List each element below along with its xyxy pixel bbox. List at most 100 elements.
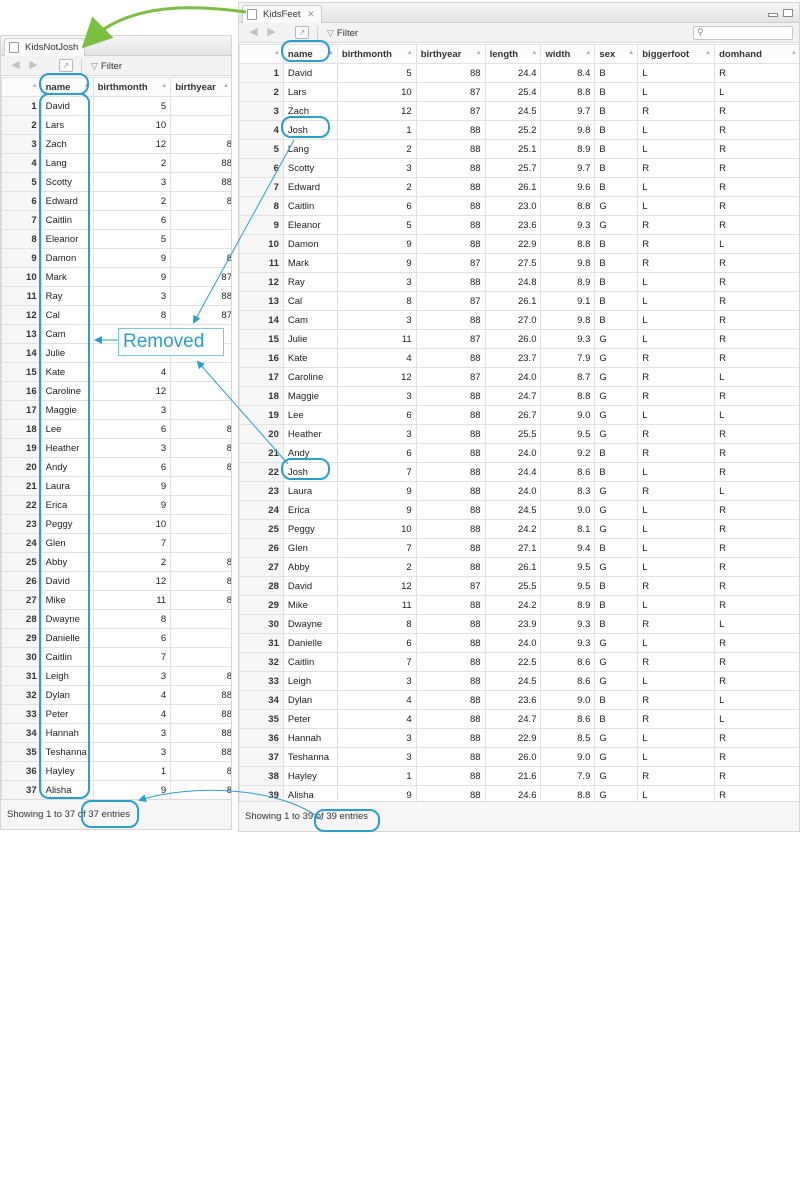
table-row[interactable]: 38 Hayley 1 88 21.6 7.9 G R R (239, 766, 799, 786)
row-number-header[interactable]: ▲ (1, 77, 42, 97)
table-row[interactable]: 8 Eleanor 5 (1, 229, 231, 249)
table-row[interactable]: 27 Abby 2 88 26.1 9.5 G L R (239, 557, 799, 577)
table-row[interactable]: 22 Josh 7 88 24.4 8.6 B L R (239, 462, 799, 482)
table-row[interactable]: 18 Lee 6 8 (1, 419, 231, 439)
table-row[interactable]: 17 Caroline 12 87 24.0 8.7 G R L (239, 367, 799, 387)
close-icon[interactable]: ✕ (307, 9, 315, 19)
table-row[interactable]: 15 Kate 4 (1, 362, 231, 382)
table-row[interactable]: 16 Caroline 12 (1, 381, 231, 401)
table-row[interactable]: 2 Lars 10 (1, 115, 231, 135)
column-header-birthyear[interactable]: birthyear ▲ (415, 44, 486, 64)
table-row[interactable]: 4 Lang 2 88 (1, 153, 231, 173)
table-row[interactable]: 12 Cal 8 87 (1, 305, 231, 325)
table-row[interactable]: 21 Laura 9 (1, 476, 231, 496)
table-row[interactable]: 29 Danielle 6 (1, 628, 231, 648)
tab-kidsnotjosh[interactable]: KidsNotJosh (4, 38, 86, 57)
table-row[interactable]: 32 Caitlin 7 88 22.5 8.6 G R R (239, 652, 799, 672)
table-row[interactable]: 36 Hannah 3 88 22.9 8.5 G L R (239, 728, 799, 748)
table-row[interactable]: 1 David 5 (1, 96, 231, 116)
table-row[interactable]: 35 Teshanna 3 88 (1, 742, 231, 762)
column-header-birthmonth[interactable]: birthmonth ▲ (92, 77, 172, 97)
table-row[interactable]: 30 Dwayne 8 88 23.9 9.3 B R L (239, 614, 799, 634)
table-row[interactable]: 10 Mark 9 87 (1, 267, 231, 287)
table-row[interactable]: 5 Lang 2 88 25.1 8.9 B L R (239, 139, 799, 159)
table-row[interactable]: 18 Maggie 3 88 24.7 8.8 G R R (239, 386, 799, 406)
table-row[interactable]: 32 Dylan 4 88 (1, 685, 231, 705)
table-row[interactable]: 30 Caitlin 7 (1, 647, 231, 667)
forward-arrow-icon[interactable]: ▶ (27, 59, 40, 72)
go-to-icon[interactable]: ↗ (59, 59, 73, 72)
table-row[interactable]: 11 Ray 3 88 (1, 286, 231, 306)
table-row[interactable]: 6 Scotty 3 88 25.7 9.7 B R R (239, 158, 799, 178)
table-row[interactable]: 34 Dylan 4 88 23.6 9.0 B R L (239, 690, 799, 710)
column-header-domhand[interactable]: domhand ▲ (714, 44, 799, 64)
table-row[interactable]: 23 Peggy 10 (1, 514, 231, 534)
table-row[interactable]: 26 David 12 8 (1, 571, 231, 591)
table-row[interactable]: 22 Erica 9 (1, 495, 231, 515)
table-row[interactable]: 31 Danielle 6 88 24.0 9.3 G L R (239, 633, 799, 653)
table-row[interactable]: 28 Dwayne 8 (1, 609, 231, 629)
table-row[interactable]: 12 Ray 3 88 24.8 8.9 B L R (239, 272, 799, 292)
table-row[interactable]: 20 Andy 6 8 (1, 457, 231, 477)
filter-button[interactable]: ▽ Filter (327, 26, 358, 40)
table-row[interactable]: 3 Zach 12 8 (1, 134, 231, 154)
back-arrow-icon[interactable]: ◀ (247, 26, 260, 39)
table-row[interactable]: 25 Peggy 10 88 24.2 8.1 G L R (239, 519, 799, 539)
table-row[interactable]: 4 Josh 1 88 25.2 9.8 B L R (239, 120, 799, 140)
table-row[interactable]: 36 Hayley 1 8 (1, 761, 231, 781)
back-arrow-icon[interactable]: ◀ (9, 59, 22, 72)
row-number-header[interactable]: ▲ (239, 44, 284, 64)
table-row[interactable]: 15 Julie 11 87 26.0 9.3 G L R (239, 329, 799, 349)
table-row[interactable]: 8 Caitlin 6 88 23.0 8.8 G L R (239, 196, 799, 216)
table-row[interactable]: 5 Scotty 3 88 (1, 172, 231, 192)
column-header-name[interactable]: name ▲ (40, 77, 94, 97)
column-header-sex[interactable]: sex ▲ (594, 44, 639, 64)
table-row[interactable]: 11 Mark 9 87 27.5 9.8 B R R (239, 253, 799, 273)
table-row[interactable]: 27 Mike 11 8 (1, 590, 231, 610)
table-row[interactable]: 26 Glen 7 88 27.1 9.4 B L R (239, 538, 799, 558)
column-header-name[interactable]: name ▲ (282, 44, 338, 64)
table-row[interactable]: 31 Leigh 3 8 (1, 666, 231, 686)
table-row[interactable]: 14 Cam 3 88 27.0 9.8 B L R (239, 310, 799, 330)
filter-button[interactable]: ▽ Filter (91, 59, 122, 73)
table-row[interactable]: 2 Lars 10 87 25.4 8.8 B L L (239, 82, 799, 102)
table-row[interactable]: 24 Erica 9 88 24.5 9.0 G L R (239, 500, 799, 520)
table-row[interactable]: 1 David 5 88 24.4 8.4 B L R (239, 63, 799, 83)
table-row[interactable]: 19 Lee 6 88 26.7 9.0 G L L (239, 405, 799, 425)
table-row[interactable]: 21 Andy 6 88 24.0 9.2 B R R (239, 443, 799, 463)
search-input[interactable]: ⚲ (693, 26, 793, 40)
table-row[interactable]: 28 David 12 87 25.5 9.5 B R R (239, 576, 799, 596)
table-row[interactable]: 7 Edward 2 88 26.1 9.6 B L R (239, 177, 799, 197)
table-row[interactable]: 34 Hannah 3 88 (1, 723, 231, 743)
table-row[interactable]: 10 Damon 9 88 22.9 8.8 B R L (239, 234, 799, 254)
table-row[interactable]: 23 Laura 9 88 24.0 8.3 G R L (239, 481, 799, 501)
table-row[interactable]: 35 Peter 4 88 24.7 8.6 B R L (239, 709, 799, 729)
minimize-icon[interactable] (768, 13, 779, 17)
table-row[interactable]: 9 Damon 9 8 (1, 248, 231, 268)
table-row[interactable]: 29 Mike 11 88 24.2 8.9 B L R (239, 595, 799, 615)
maximize-icon[interactable] (783, 9, 793, 17)
tab-kidsfeet[interactable]: KidsFeet ✕ (242, 5, 322, 24)
forward-arrow-icon[interactable]: ▶ (265, 26, 278, 39)
table-row[interactable]: 33 Peter 4 88 (1, 704, 231, 724)
table-row[interactable]: 33 Leigh 3 88 24.5 8.6 G L R (239, 671, 799, 691)
table-row[interactable]: 13 Cal 8 87 26.1 9.1 B L R (239, 291, 799, 311)
table-row[interactable]: 37 Teshanna 3 88 26.0 9.0 G L R (239, 747, 799, 767)
table-row[interactable]: 20 Heather 3 88 25.5 9.5 G R R (239, 424, 799, 444)
go-to-icon[interactable]: ↗ (295, 26, 309, 39)
column-header-birthmonth[interactable]: birthmonth ▲ (336, 44, 417, 64)
column-header-width[interactable]: width ▲ (540, 44, 596, 64)
table-row[interactable]: 7 Caitlin 6 (1, 210, 231, 230)
table-row[interactable]: 19 Heather 3 8 (1, 438, 231, 458)
table-row[interactable]: 16 Kate 4 88 23.7 7.9 G R R (239, 348, 799, 368)
table-row[interactable]: 37 Alisha 9 8 (1, 780, 231, 800)
column-header-biggerfoot[interactable]: biggerfoot ▲ (637, 44, 716, 64)
table-row[interactable]: 17 Maggie 3 (1, 400, 231, 420)
table-row[interactable]: 24 Glen 7 (1, 533, 231, 553)
table-row[interactable]: 9 Eleanor 5 88 23.6 9.3 G R R (239, 215, 799, 235)
table-row[interactable]: 25 Abby 2 8 (1, 552, 231, 572)
table-row[interactable]: 3 Zach 12 87 24.5 9.7 B R R (239, 101, 799, 121)
table-row[interactable]: 6 Edward 2 8 (1, 191, 231, 211)
column-header-length[interactable]: length ▲ (484, 44, 542, 64)
column-header-birthyear[interactable]: birthyear ▲ (170, 77, 231, 97)
